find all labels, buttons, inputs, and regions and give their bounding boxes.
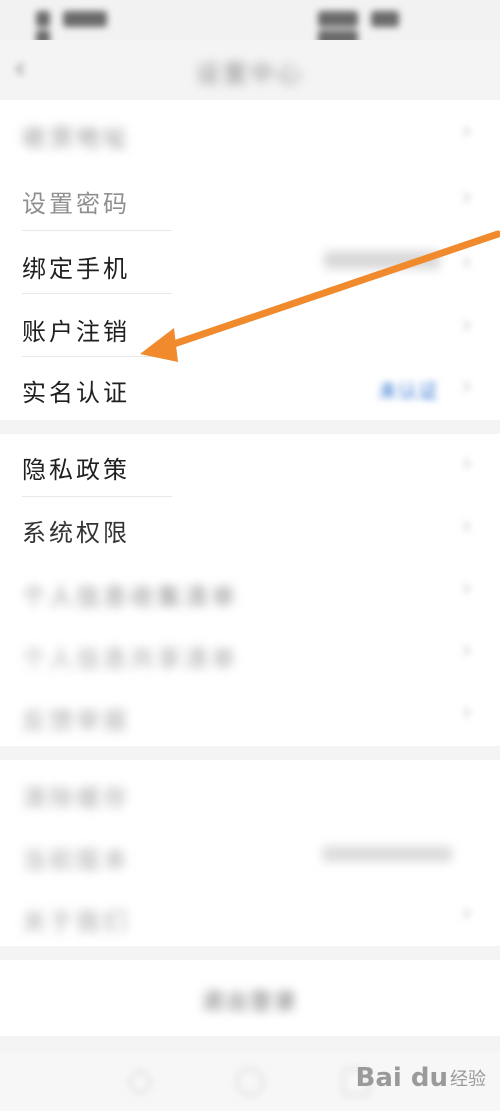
chevron-right-icon: › <box>461 116 472 146</box>
list-item-label: 个人信息收集清单 <box>22 583 238 611</box>
verification-status-value: 未认证 <box>378 379 438 403</box>
list-item-system-permissions[interactable]: 系统权限 › <box>0 497 500 559</box>
chevron-right-icon: › <box>461 310 472 340</box>
nav-home-icon[interactable] <box>236 1068 264 1096</box>
chevron-right-icon: › <box>461 182 472 212</box>
list-item-label: 关于我们 <box>22 908 130 936</box>
status-left <box>36 8 136 46</box>
list-item-account-cancel[interactable]: 账户注销 › <box>0 294 500 356</box>
chevron-right-icon: › <box>461 511 472 541</box>
network-icon <box>318 10 358 27</box>
list-item-label: 账户注销 <box>22 318 130 346</box>
account-settings-group: 收货地址 › 设置密码 › 绑定手机 › 账户注销 › 实名认证 未认证 › <box>0 100 500 420</box>
signal-icon <box>36 10 50 27</box>
list-item-privacy-policy[interactable]: 隐私政策 › <box>0 434 500 496</box>
list-item-bind-phone[interactable]: 绑定手机 › <box>0 231 500 293</box>
status-bar <box>0 0 500 46</box>
chevron-right-icon: › <box>461 635 472 665</box>
privacy-group: 隐私政策 › 系统权限 › 个人信息收集清单 › 个人信息共享清单 › 反馈举报… <box>0 434 500 746</box>
title-bar: ‹ 设置中心 <box>0 40 500 100</box>
chevron-right-icon: › <box>461 448 472 478</box>
version-value <box>322 846 452 862</box>
list-item-label: 实名认证 <box>22 379 130 407</box>
watermark-logo: Bai du <box>355 1063 448 1093</box>
list-item-real-name[interactable]: 实名认证 未认证 › <box>0 357 500 419</box>
list-item-set-password[interactable]: 设置密码 › <box>0 164 500 230</box>
list-item-label: 隐私政策 <box>22 456 130 484</box>
list-item-about-us[interactable]: 关于我们 › <box>0 884 500 946</box>
list-item-label: 绑定手机 <box>22 255 130 283</box>
list-item-label: 设置密码 <box>22 190 130 218</box>
list-item-personal-info-collection[interactable]: 个人信息收集清单 › <box>0 559 500 621</box>
list-item-address[interactable]: 收货地址 › <box>0 100 500 164</box>
watermark-sub: 经验 <box>450 1069 486 1090</box>
baidu-watermark: Bai du 经验 <box>356 1058 486 1098</box>
chevron-right-icon: › <box>461 573 472 603</box>
nav-back-icon[interactable] <box>125 1067 155 1097</box>
list-item-label: 反馈举报 <box>22 707 130 735</box>
list-item-label: 收货地址 <box>22 124 130 152</box>
list-item-clear-cache[interactable]: 清除缓存 <box>0 760 500 822</box>
app-info-group: 清除缓存 当前版本 关于我们 › <box>0 760 500 946</box>
list-item-label: 清除缓存 <box>22 784 130 812</box>
chevron-right-icon: › <box>461 371 472 401</box>
list-item-personal-info-sharing[interactable]: 个人信息共享清单 › <box>0 621 500 683</box>
list-item-label: 当前版本 <box>22 846 130 874</box>
logout-button[interactable]: 退出登录 <box>0 960 500 1036</box>
list-item-label: 个人信息共享清单 <box>22 645 238 673</box>
chevron-right-icon: › <box>461 247 472 277</box>
chevron-right-icon: › <box>461 697 472 727</box>
logout-label: 退出登录 <box>201 990 298 1015</box>
list-item-feedback[interactable]: 反馈举报 › <box>0 683 500 745</box>
page-title: 设置中心 <box>196 60 304 88</box>
status-right <box>318 8 458 46</box>
list-item-label: 系统权限 <box>22 519 130 547</box>
list-item-version: 当前版本 <box>0 822 500 884</box>
battery-icon <box>371 10 400 27</box>
carrier-icon <box>63 10 108 27</box>
chevron-right-icon: › <box>461 898 472 928</box>
phone-number-value <box>324 251 440 269</box>
